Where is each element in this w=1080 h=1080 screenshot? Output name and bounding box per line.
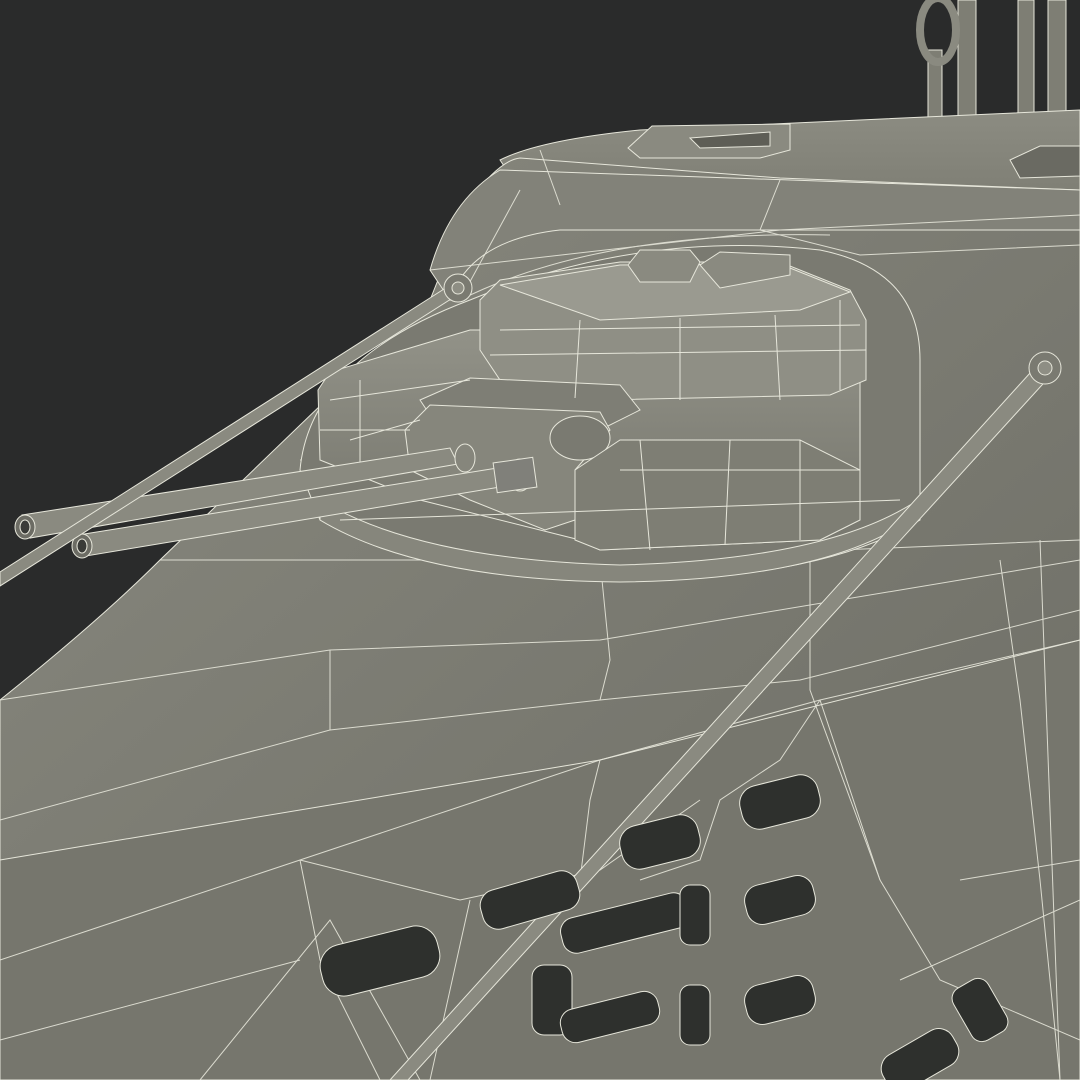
wireframe-scene [0, 0, 1080, 1080]
render-viewport [0, 0, 1080, 1080]
